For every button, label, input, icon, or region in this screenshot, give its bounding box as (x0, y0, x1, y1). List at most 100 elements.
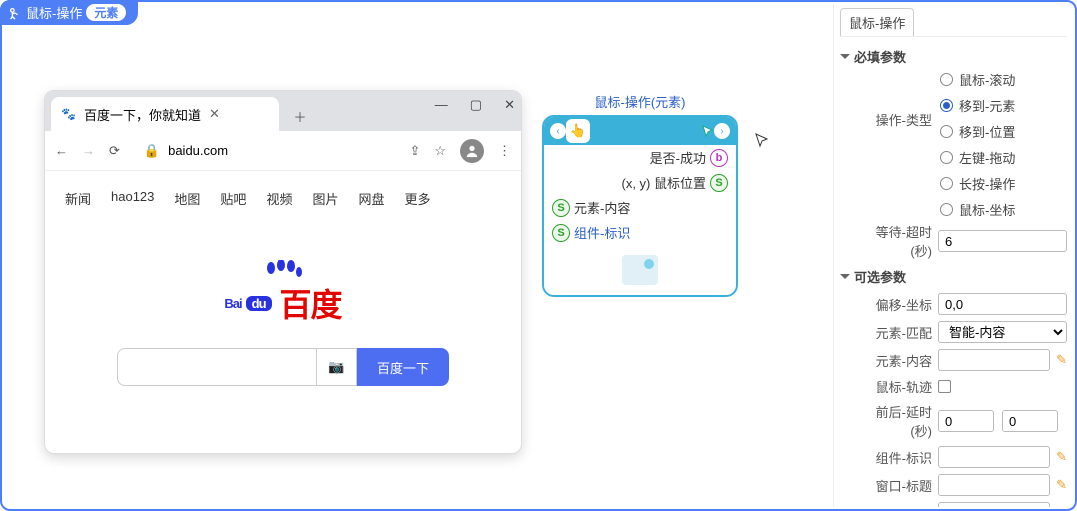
pointer-icon (754, 132, 770, 151)
op-type-label: 操作-类型 (860, 110, 932, 129)
search-input[interactable] (117, 348, 317, 386)
hand-click-icon: 👆 (566, 119, 590, 143)
search-button[interactable]: 百度一下 (357, 348, 449, 386)
radio-icon (940, 177, 953, 190)
lock-icon: 🔒 (144, 143, 160, 159)
edit-icon[interactable]: ✎ (1056, 505, 1067, 507)
required-section[interactable]: 必填参数 (840, 43, 1067, 70)
win-class-link[interactable]: 窗口-类别 (860, 504, 932, 508)
track-checkbox[interactable] (938, 380, 951, 393)
delay-before-input[interactable] (938, 410, 994, 432)
stage-tag: 鼠标-操作 元素 (0, 0, 138, 25)
radio-icon (940, 203, 953, 216)
nav-link[interactable]: 新闻 (65, 189, 91, 208)
baidu-logo: Baidu百度 (45, 260, 521, 326)
op-type-radios: 操作-类型 鼠标-滚动移到-元素移到-位置左键-拖动长按-操作鼠标-坐标 (840, 70, 1067, 219)
win-class-input[interactable] (938, 502, 1050, 507)
star-icon[interactable]: ☆ (434, 143, 446, 159)
avatar[interactable] (460, 139, 484, 163)
offset-input[interactable] (938, 293, 1067, 315)
back-icon[interactable]: ← (55, 143, 68, 158)
win-title-input[interactable] (938, 474, 1050, 496)
run-icon (8, 6, 22, 20)
stage-pill: 元素 (86, 4, 126, 21)
cursor-icon (702, 125, 714, 137)
new-tab-button[interactable]: ＋ (285, 101, 315, 131)
nav-link[interactable]: 贴吧 (220, 189, 246, 208)
chevron-right-icon[interactable]: › (714, 123, 730, 139)
node-output-success[interactable]: 是否-成功 b (544, 145, 736, 170)
offset-label: 偏移-坐标 (860, 295, 932, 314)
optional-section[interactable]: 可选参数 (840, 263, 1067, 290)
comp-id-input[interactable] (938, 446, 1050, 468)
stage-label: 鼠标-操作 (26, 3, 82, 22)
nav-link[interactable]: 更多 (404, 189, 430, 208)
search-bar: 📷 百度一下 (45, 348, 521, 386)
node-output-pos[interactable]: (x, y) 鼠标位置 S (544, 170, 736, 195)
browser-tab[interactable]: 🐾 百度一下，你就知道 ✕ (51, 97, 279, 131)
reload-icon[interactable]: ⟳ (109, 143, 120, 159)
op-radio[interactable]: 长按-操作 (940, 174, 1067, 193)
close-icon[interactable]: ✕ (209, 106, 220, 122)
op-radio[interactable]: 鼠标-坐标 (940, 200, 1067, 219)
nav-link[interactable]: hao123 (111, 189, 154, 208)
content-label: 元素-内容 (860, 351, 932, 370)
flow-node[interactable]: 鼠标-操作(元素) ‹ 👆 › 是否-成功 b (x, y) 鼠标位置 S S … (542, 92, 738, 297)
radio-icon (940, 73, 953, 86)
op-radio[interactable]: 左键-拖动 (940, 148, 1067, 167)
url-field[interactable]: 🔒 baidu.com (134, 143, 396, 159)
type-b-badge: b (710, 149, 728, 167)
node-input-content[interactable]: S 元素-内容 (544, 195, 736, 220)
address-bar: ← → ⟳ 🔒 baidu.com ⇪ ☆ ⋮ (45, 131, 521, 171)
delay-label: 前后-延时(秒) (860, 402, 932, 440)
nav-link[interactable]: 地图 (174, 189, 200, 208)
edit-icon[interactable]: ✎ (1056, 449, 1067, 465)
node-title: 鼠标-操作(元素) (542, 92, 738, 111)
match-select[interactable]: 智能-内容 (938, 321, 1067, 343)
radio-icon (940, 125, 953, 138)
node-input-compid[interactable]: S 组件-标识 (544, 220, 736, 245)
tab-title: 百度一下，你就知道 (84, 105, 201, 124)
image-placeholder-icon (622, 255, 658, 285)
nav-link[interactable]: 视频 (266, 189, 292, 208)
op-radio[interactable]: 鼠标-滚动 (940, 70, 1067, 89)
chevron-left-icon[interactable]: ‹ (550, 123, 566, 139)
minimize-icon[interactable]: — (435, 97, 448, 113)
content-input[interactable] (938, 349, 1050, 371)
browser-tabstrip: 🐾 百度一下，你就知道 ✕ ＋ — ▢ ✕ (45, 91, 521, 131)
type-s-badge: S (552, 224, 570, 242)
url-text: baidu.com (168, 143, 228, 158)
node-header[interactable]: ‹ 👆 › (544, 117, 736, 145)
wait-label: 等待-超时(秒) (860, 222, 932, 260)
edit-icon[interactable]: ✎ (1056, 352, 1067, 368)
maximize-icon[interactable]: ▢ (470, 97, 482, 113)
edit-icon[interactable]: ✎ (1056, 477, 1067, 493)
radio-icon (940, 151, 953, 164)
node-thumbnail (544, 245, 736, 295)
op-radio[interactable]: 移到-元素 (940, 96, 1067, 115)
type-s-badge: S (710, 174, 728, 192)
baidu-paw-icon: 🐾 (61, 107, 76, 121)
wait-input[interactable] (938, 230, 1067, 252)
camera-icon[interactable]: 📷 (317, 348, 357, 386)
comp-id-link[interactable]: 组件-标识 (860, 448, 932, 467)
logo-cn: 百度 (280, 280, 342, 326)
menu-icon[interactable]: ⋮ (498, 143, 511, 159)
forward-icon[interactable]: → (82, 143, 95, 158)
properties-panel: 鼠标-操作 必填参数 操作-类型 鼠标-滚动移到-元素移到-位置左键-拖动长按-… (833, 4, 1073, 507)
op-radio[interactable]: 移到-位置 (940, 122, 1067, 141)
panel-tab[interactable]: 鼠标-操作 (840, 8, 914, 36)
match-label: 元素-匹配 (860, 323, 932, 342)
win-title-link[interactable]: 窗口-标题 (860, 476, 932, 495)
delay-after-input[interactable] (1002, 410, 1058, 432)
radio-icon (940, 99, 953, 112)
triangle-down-icon (840, 54, 850, 59)
close-window-icon[interactable]: ✕ (504, 97, 515, 113)
browser-window: 🐾 百度一下，你就知道 ✕ ＋ — ▢ ✕ ← → ⟳ 🔒 baidu.com … (44, 90, 522, 454)
baidu-nav: 新闻 hao123 地图 贴吧 视频 图片 网盘 更多 (45, 171, 521, 226)
triangle-down-icon (840, 274, 850, 279)
share-icon[interactable]: ⇪ (409, 143, 420, 159)
track-label: 鼠标-轨迹 (860, 377, 932, 396)
nav-link[interactable]: 图片 (312, 189, 338, 208)
nav-link[interactable]: 网盘 (358, 189, 384, 208)
